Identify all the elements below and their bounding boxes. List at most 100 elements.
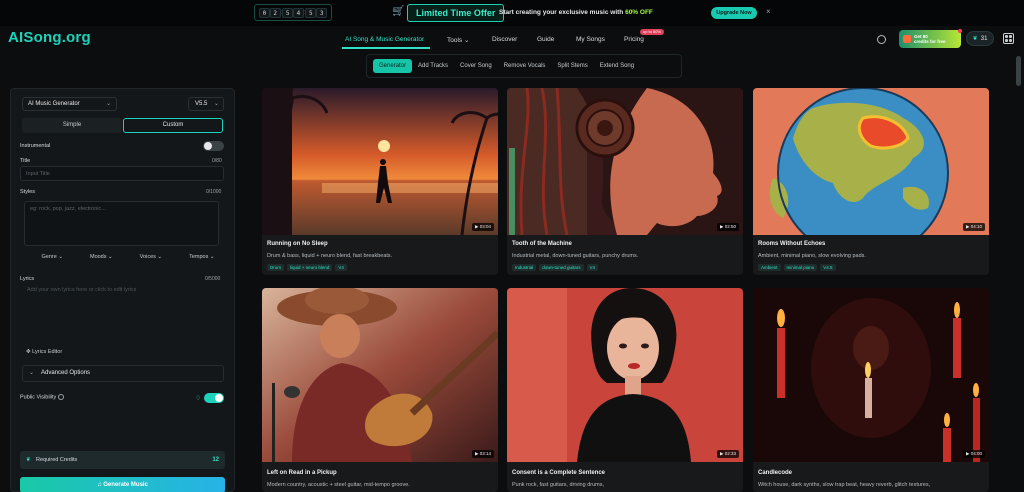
song-cover: ▶ 03:14 [262,288,498,462]
song-tags: Industrial down-tuned guitars V4 [512,264,599,271]
song-tag[interactable]: Drum [267,264,284,271]
edit-icon: ✥ [26,349,31,355]
tab-remove-vocals[interactable]: Remove Vocals [498,59,552,73]
duration-value: 04:00 [970,451,982,456]
nav-item-guide[interactable]: Guide [537,36,554,43]
moods-chip[interactable]: Moods ⌄ [90,254,113,260]
chevron-down-icon: ⌄ [209,254,215,260]
styles-input[interactable]: eg: rock, pop, jazz, electronic... [24,201,219,246]
instrumental-toggle[interactable] [203,141,224,151]
tab-add-tracks[interactable]: Add Tracks [412,59,454,73]
song-tag[interactable]: V4.5 [820,264,836,271]
lyrics-editor-button[interactable]: ✥ Lyrics Editor [26,349,62,355]
limited-offer-badge: Limited Time Offer [407,4,505,22]
credit-balance[interactable]: ❦ 31 [966,31,994,46]
song-card[interactable]: ▶ 02:33 Consent is a Complete Sentence P… [507,288,743,492]
nav-item-pricing[interactable]: Pricing [624,36,644,43]
required-credits-label: Required Credits [36,457,78,463]
nav-item-generator[interactable]: AI Song & Music Generator [345,36,424,43]
song-title[interactable]: Tooth of the Machine [512,241,572,247]
song-tags: Ambient minimal piano V4.5 [758,264,836,271]
nav-item-tools[interactable]: Tools ⌄ [447,36,469,44]
mode-simple[interactable]: Simple [22,118,122,133]
generator-select[interactable]: AI Music Generator ⌄ [22,97,117,111]
notification-dot [958,29,962,33]
generate-music-button[interactable]: ♫ Generate Music [20,477,225,492]
song-title[interactable]: Rooms Without Echoes [758,241,825,247]
info-icon[interactable] [58,394,65,400]
song-description: Industrial metal, down-tuned guitars, pu… [512,253,639,259]
tempos-chip-label: Tempos [189,254,209,260]
styles-label: Styles [20,189,35,195]
duration-badge: ▶ 04:00 [963,450,985,458]
title-label: Title [20,158,31,164]
title-input[interactable]: Input Title [20,166,224,181]
lyrics-input[interactable]: Add your own lyrics here or click to edi… [20,283,224,345]
duration-value: 04:10 [970,224,982,229]
advanced-options[interactable]: ⌄ Advanced Options [22,365,224,382]
song-title[interactable]: Running on No Sleep [267,241,328,247]
song-card[interactable]: ▶ 04:00 Candlecode Witch house, dark syn… [753,288,989,492]
logo[interactable]: AISong.org [8,29,91,46]
song-cover: ▶ 02:33 [507,288,743,462]
countdown-digit: 5 [282,7,294,18]
song-description: Punk rock, fast guitars, driving drums, [512,482,605,488]
song-card[interactable]: ▶ 02:50 Tooth of the Machine Industrial … [507,88,743,275]
chevron-down-icon: ⌄ [464,37,470,44]
scrollbar[interactable] [1016,56,1021,86]
genre-chip[interactable]: Genre ⌄ [42,254,63,260]
duration-badge: ▶ 03:04 [472,223,494,231]
version-select-value: V5.5 [195,101,208,107]
countdown-digit: 5 [305,7,317,18]
song-tag[interactable]: liquid + neuro blend [287,264,333,271]
mode-custom[interactable]: Custom [123,118,223,133]
styles-counter: 0/1000 [206,189,222,195]
sub-tabs: Generator Add Tracks Cover Song Remove V… [366,54,682,78]
countdown-digit: 2 [269,7,281,18]
song-tag[interactable]: V4 [586,264,599,271]
tab-extend-song[interactable]: Extend Song [594,59,640,73]
tempos-chip[interactable]: Tempos ⌄ [189,254,214,260]
tab-split-stems[interactable]: Split Stems [551,59,593,73]
song-tag[interactable]: down-tuned guitars [539,264,584,271]
active-nav-underline [342,47,430,49]
song-title[interactable]: Left on Read in a Pickup [267,470,337,476]
close-icon[interactable]: × [766,7,771,16]
required-credits: ❦ Required Credits 12 [20,451,225,469]
public-visibility-label: Public Visibility [20,394,57,401]
voices-chip[interactable]: Voices ⌄ [140,254,162,260]
visibility-toggle[interactable] [204,393,224,403]
globe-icon[interactable] [877,35,886,44]
countdown-digit: 3 [316,7,328,18]
promo-text: Start creating your exclusive music with… [499,9,653,16]
duration-badge: ▶ 02:33 [717,450,739,458]
song-card[interactable]: ▶ 04:10 Rooms Without Echoes Ambient, mi… [753,88,989,275]
duration-value: 03:14 [479,451,491,456]
song-tag[interactable]: V4 [335,264,347,271]
song-tag[interactable]: Ambient [758,264,781,271]
tab-generator[interactable]: Generator [373,59,413,73]
upgrade-button[interactable]: Upgrade Now [711,7,757,19]
nav-item-my-songs[interactable]: My Songs [576,36,605,43]
duration-value: 02:50 [724,224,736,229]
song-card[interactable]: ▶ 03:04 Running on No Sleep Drum & bass,… [262,88,498,275]
free-credits-button[interactable]: Get 80 credits for free [899,30,961,48]
song-title[interactable]: Candlecode [758,470,792,476]
menu-icon[interactable] [1003,33,1014,44]
song-card[interactable]: ▶ 03:14 Left on Read in a Pickup Modern … [262,288,498,492]
song-tag[interactable]: minimal piano [783,264,818,271]
public-visibility: Public Visibility [20,394,65,401]
lyrics-editor-label: Lyrics Editor [32,349,63,355]
version-select[interactable]: V5.5 ⌄ [188,97,224,111]
song-tag[interactable]: Industrial [512,264,537,271]
duration-value: 02:33 [724,451,736,456]
generator-panel: AI Music Generator ⌄ V5.5 ⌄ Simple Custom … [10,88,235,492]
tab-cover-song[interactable]: Cover Song [454,59,498,73]
song-title[interactable]: Consent is a Complete Sentence [512,470,605,476]
moods-chip-label: Moods [89,254,107,260]
chevron-down-icon: ⌄ [108,254,113,260]
nav-item-tools-label: Tools [447,37,463,44]
duration-badge: ▶ 02:50 [717,223,739,231]
leaf-icon: ❦ [26,457,31,463]
nav-item-discover[interactable]: Discover [492,36,517,43]
